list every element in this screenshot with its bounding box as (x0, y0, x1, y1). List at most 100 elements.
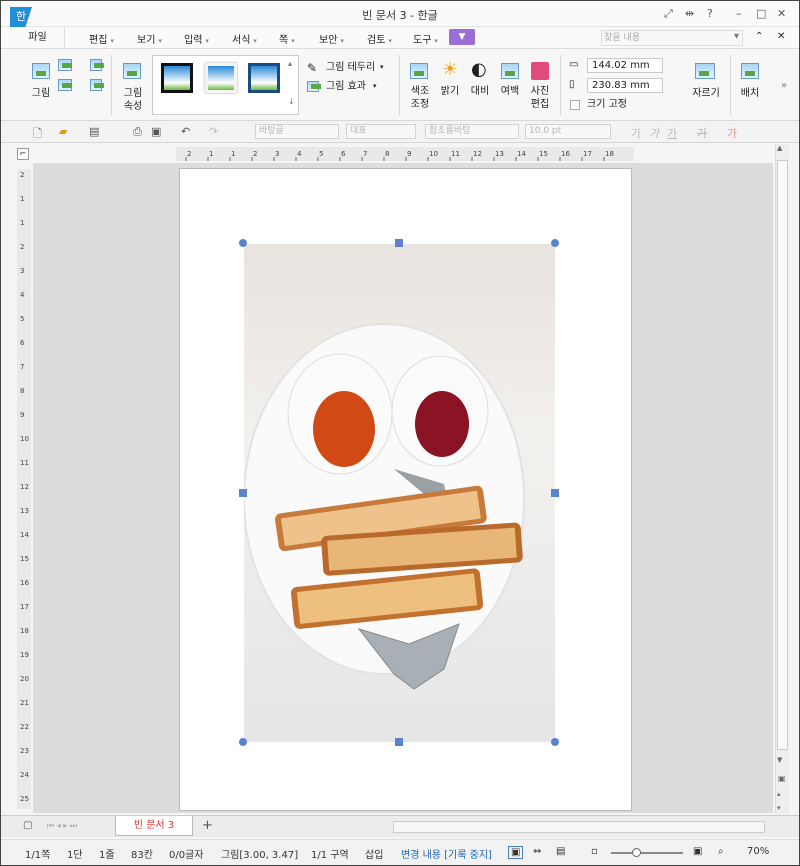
close-button[interactable]: ✕ (777, 7, 786, 20)
search-input[interactable]: 찾을 내용 (601, 30, 743, 46)
effect-dropdown-icon[interactable]: ▾ (373, 80, 377, 93)
fullscreen-icon[interactable]: ⤢ (664, 7, 673, 21)
search-icon[interactable]: ⌕ (718, 846, 724, 857)
strike-button[interactable]: 가 (697, 125, 707, 141)
insert-picture-icon[interactable] (58, 59, 72, 71)
menu-format[interactable]: 서식 ▾ (232, 31, 257, 46)
picture-region-icon[interactable] (90, 79, 104, 91)
resize-handle-bottom[interactable] (395, 738, 403, 746)
picture-border-button[interactable]: 그림 테두리 (326, 61, 375, 74)
menu-view[interactable]: 보기 ▾ (137, 31, 162, 46)
resize-handle-bottom-right[interactable] (551, 738, 559, 746)
resize-handle-bottom-left[interactable] (239, 738, 247, 746)
status-track-changes[interactable]: 변경 내용 [기록 중지] (401, 846, 492, 861)
picture-icon[interactable] (32, 63, 50, 79)
crop-button[interactable]: 자르기 (689, 87, 723, 100)
resize-handle-top-left[interactable] (239, 239, 247, 247)
menu-insert[interactable]: 입력 ▾ (184, 31, 209, 46)
tab-nav-icons[interactable]: ⏮ ◂ ▸ ⏭ (47, 821, 77, 831)
arrange-button[interactable]: 배치 (738, 87, 762, 100)
zoom-slider-thumb[interactable] (632, 848, 641, 857)
menu-page[interactable]: 쪽 ▾ (279, 31, 295, 46)
view-width-icon[interactable]: ⇔ (533, 846, 541, 857)
undo-icon[interactable]: ↶ (181, 125, 190, 138)
lock-size-checkbox[interactable] (570, 100, 580, 110)
picture-tools-tab-icon[interactable]: ▼ (449, 29, 475, 45)
search-dropdown-icon[interactable]: ▾ (734, 31, 739, 42)
menu-security[interactable]: 보안 ▾ (319, 31, 344, 46)
resize-handle-top[interactable] (395, 239, 403, 247)
menu-review[interactable]: 검토 ▾ (367, 31, 392, 46)
maximize-button[interactable]: □ (756, 7, 766, 20)
redo-icon[interactable]: ↷ (209, 125, 218, 138)
paragraph-combo[interactable]: 대표 (346, 124, 416, 139)
picture-effect-button[interactable]: 그림 효과 (326, 80, 366, 93)
status-page[interactable]: 1/1쪽 (25, 846, 50, 861)
zoom-in-icon[interactable]: ▣ (693, 846, 702, 857)
contrast-button[interactable]: 대비 (468, 85, 492, 98)
tab-list-icon[interactable]: ▢ (23, 820, 32, 831)
view-normal-icon[interactable]: ▣ (508, 846, 524, 859)
selected-picture[interactable] (243, 244, 555, 742)
color-adjust-button[interactable]: 색조 조정 (404, 85, 436, 111)
next-page-icon[interactable]: ▾ (777, 804, 781, 812)
vertical-scrollbar[interactable]: ▲ ▼ ▣ ▴ ▾ (775, 144, 789, 814)
status-insert-mode[interactable]: 삽입 (365, 846, 383, 861)
zoom-out-icon[interactable]: ▫ (591, 846, 598, 857)
minimize-button[interactable]: – (736, 7, 742, 20)
photo-edit-button[interactable]: 사진 편집 (527, 85, 553, 111)
scroll-down-icon[interactable]: ▼ (777, 756, 782, 764)
menu-file[interactable]: 파일 (11, 27, 65, 48)
picture-properties-icon[interactable] (123, 63, 141, 79)
preview-icon[interactable]: ▣ (151, 125, 161, 138)
ruler-corner-icon[interactable]: ⌐ (17, 148, 29, 160)
resize-handle-top-right[interactable] (551, 239, 559, 247)
resize-handle-left[interactable] (239, 489, 247, 497)
scroll-thumb[interactable] (777, 160, 788, 750)
prev-page-icon[interactable]: ▴ (777, 790, 781, 798)
menu-tools[interactable]: 도구 ▾ (413, 31, 438, 46)
border-dropdown-icon[interactable]: ▾ (380, 61, 384, 74)
brightness-button[interactable]: 밝기 (438, 85, 462, 98)
view-page-icon[interactable]: ▤ (556, 846, 565, 857)
gallery-more-icon[interactable]: ↓ (288, 97, 295, 106)
split-view-icon[interactable]: ⇹ (685, 7, 694, 20)
menu-edit[interactable]: 편집 ▾ (89, 31, 114, 46)
zoom-level[interactable]: 70% (747, 846, 769, 857)
font-size-combo[interactable]: 10.0 pt (525, 124, 611, 139)
ribbon-more-icon[interactable]: » (781, 79, 787, 92)
save-icon[interactable]: ▤ (89, 125, 99, 138)
underline-button[interactable]: 가 (667, 125, 677, 141)
font-color-button[interactable]: 가 (727, 125, 737, 141)
resize-handle-right[interactable] (551, 489, 559, 497)
picture-button[interactable]: 그림 (29, 87, 53, 100)
height-field[interactable]: 230.83 mm (587, 78, 663, 93)
horizontal-scrollbar[interactable] (393, 821, 765, 833)
folder-icon[interactable]: ▰ (59, 125, 67, 138)
style-preset-white-frame[interactable] (205, 63, 237, 93)
restore-picture-icon[interactable] (90, 59, 104, 71)
italic-button[interactable]: 가 (649, 125, 659, 141)
add-tab-button[interactable]: + (202, 818, 213, 833)
color-adjust-icon[interactable] (410, 63, 428, 79)
font-combo[interactable]: 함초롬바탕 (425, 124, 519, 139)
margin-button[interactable]: 여백 (498, 85, 522, 98)
style-preset-black-frame[interactable] (161, 63, 193, 93)
close-document-button[interactable]: ✕ (777, 31, 785, 42)
bold-button[interactable]: 가 (631, 125, 641, 141)
zoom-slider[interactable] (611, 852, 683, 854)
change-picture-icon[interactable] (58, 79, 72, 91)
vertical-ruler[interactable]: 2 1 1 2 3 4 5 6 7 8 9 10 11 12 13 14 15 16 17 18 19 20 21 22 23 2… (17, 169, 31, 809)
tab-document[interactable]: 빈 문서 3 (115, 816, 193, 836)
ribbon-collapse-icon[interactable]: ⌃ (755, 31, 763, 42)
style-preset-blue-frame[interactable] (248, 63, 280, 93)
width-field[interactable]: 144.02 mm (587, 58, 663, 73)
gallery-up-icon[interactable]: ▴ (288, 59, 292, 68)
help-button[interactable]: ? (707, 7, 713, 20)
picture-properties-button[interactable]: 그림 속성 (119, 87, 147, 113)
page-nav-icon[interactable]: ▣ (778, 774, 786, 783)
printer-icon[interactable]: ⎙ (133, 125, 142, 139)
horizontal-ruler[interactable]: 2 1 1 2 3 4 5 6 7 8 9 10 11 12 13 14 15 16 17 18 (176, 147, 634, 161)
style-combo[interactable]: 바탕글 (255, 124, 339, 139)
new-document-icon[interactable]: 🗋 (33, 125, 42, 144)
